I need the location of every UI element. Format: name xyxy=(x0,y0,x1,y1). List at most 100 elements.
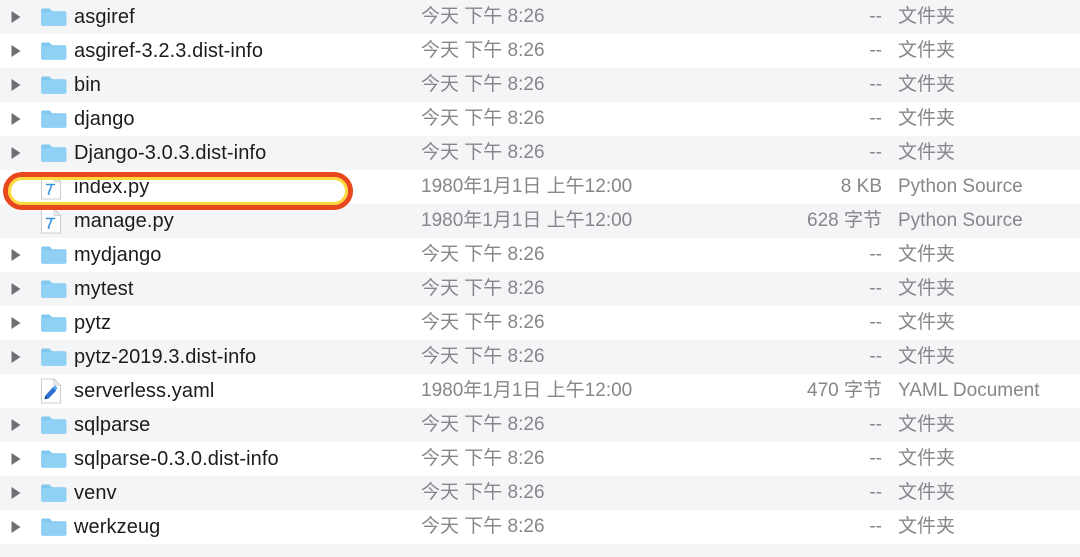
table-row[interactable]: Django-3.0.3.dist-info 今天 下午 8:26 -- 文件夹 xyxy=(0,136,1080,170)
disclosure-triangle-icon[interactable] xyxy=(8,519,24,535)
file-size: -- xyxy=(869,414,882,435)
folder-icon xyxy=(40,106,68,132)
file-modified-date: 今天 下午 8:26 xyxy=(421,312,545,333)
disclosure-triangle-icon[interactable] xyxy=(8,281,24,297)
finder-file-list-window: asgiref 今天 下午 8:26 -- 文件夹 asgiref-3.2.3.dist… xyxy=(0,0,1080,557)
file-modified-date: 今天 下午 8:26 xyxy=(421,346,545,367)
file-name: asgiref-3.2.3.dist-info xyxy=(74,40,264,62)
disclosure-triangle-icon[interactable] xyxy=(8,451,24,467)
file-kind: 文件夹 xyxy=(898,414,956,435)
file-modified-date: 今天 下午 8:26 xyxy=(421,142,545,163)
file-name: pytz-2019.3.dist-info xyxy=(74,346,257,368)
table-row[interactable]: manage.py 1980年1月1日 上午12:00 628 字节 Python S… xyxy=(0,204,1080,238)
disclosure-triangle-icon[interactable] xyxy=(8,77,24,93)
file-size: -- xyxy=(869,448,882,469)
disclosure-triangle-icon[interactable] xyxy=(8,485,24,501)
folder-icon xyxy=(40,344,68,370)
file-modified-date: 今天 下午 8:26 xyxy=(421,244,545,265)
file-name: django xyxy=(74,108,135,130)
file-modified-date: 今天 下午 8:26 xyxy=(421,414,545,435)
file-modified-date: 今天 下午 8:26 xyxy=(421,74,545,95)
file-kind: 文件夹 xyxy=(898,74,956,95)
file-size: -- xyxy=(869,516,882,537)
file-kind: 文件夹 xyxy=(898,278,956,299)
file-modified-date: 1980年1月1日 上午12:00 xyxy=(421,210,633,231)
file-size: -- xyxy=(869,6,882,27)
table-row[interactable]: pytz-2019.3.dist-info 今天 下午 8:26 -- 文件夹 xyxy=(0,340,1080,374)
file-size: -- xyxy=(869,244,882,265)
folder-icon xyxy=(40,4,68,30)
file-name: werkzeug xyxy=(74,516,161,538)
folder-icon xyxy=(40,38,68,64)
table-row[interactable]: mydjango 今天 下午 8:26 -- 文件夹 xyxy=(0,238,1080,272)
file-kind: 文件夹 xyxy=(898,312,956,333)
folder-icon xyxy=(40,140,68,166)
table-row[interactable]: werkzeug 今天 下午 8:26 -- 文件夹 xyxy=(0,510,1080,544)
disclosure-triangle-icon[interactable] xyxy=(8,9,24,25)
table-row[interactable]: index.py 1980年1月1日 上午12:00 8 KB Python Sour… xyxy=(0,170,1080,204)
file-size: -- xyxy=(869,346,882,367)
file-modified-date: 今天 下午 8:26 xyxy=(421,448,545,469)
table-row[interactable]: django 今天 下午 8:26 -- 文件夹 xyxy=(0,102,1080,136)
file-size: -- xyxy=(869,40,882,61)
disclosure-triangle-icon[interactable] xyxy=(8,145,24,161)
disclosure-triangle-icon[interactable] xyxy=(8,247,24,263)
file-kind: Python Source xyxy=(898,210,1023,231)
file-size: 628 字节 xyxy=(807,210,882,231)
table-row[interactable]: pytz 今天 下午 8:26 -- 文件夹 xyxy=(0,306,1080,340)
file-size xyxy=(700,544,882,557)
table-row[interactable]: sqlparse 今天 下午 8:26 -- 文件夹 xyxy=(0,408,1080,442)
file-modified-date: 今天 下午 8:26 xyxy=(421,108,545,129)
file-kind: YAML Document xyxy=(898,380,1040,401)
file-name: serverless.yaml xyxy=(74,380,215,402)
file-size: 8 KB xyxy=(840,176,882,197)
table-row[interactable]: asgiref-3.2.3.dist-info 今天 下午 8:26 -- 文件夹 xyxy=(0,34,1080,68)
file-modified-date: 今天 下午 8:26 xyxy=(421,278,545,299)
folder-icon xyxy=(40,412,68,438)
file-name: index.py xyxy=(74,176,150,198)
file-list: asgiref 今天 下午 8:26 -- 文件夹 asgiref-3.2.3.dist… xyxy=(0,0,1080,557)
folder-icon xyxy=(40,72,68,98)
file-size: -- xyxy=(869,74,882,95)
file-kind: 文件夹 xyxy=(898,346,956,367)
table-row[interactable]: serverless.yaml 1980年1月1日 上午12:00 470 字节 YA… xyxy=(0,374,1080,408)
table-row[interactable]: sqlparse-0.3.0.dist-info 今天 下午 8:26 -- 文件夹 xyxy=(0,442,1080,476)
table-row[interactable]: asgiref 今天 下午 8:26 -- 文件夹 xyxy=(0,0,1080,34)
file-name: asgiref xyxy=(74,6,135,28)
disclosure-triangle-icon[interactable] xyxy=(8,315,24,331)
file-size: -- xyxy=(869,482,882,503)
file-name: bin xyxy=(74,74,101,96)
file-modified-date: 1980年1月1日 上午12:00 xyxy=(421,176,633,197)
file-name: mydjango xyxy=(74,244,162,266)
file-kind: 文件夹 xyxy=(898,142,956,163)
file-size: -- xyxy=(869,142,882,163)
folder-icon xyxy=(40,480,68,506)
file-name: Django-3.0.3.dist-info xyxy=(74,142,267,164)
file-modified-date: 今天 下午 8:26 xyxy=(421,6,545,27)
file-name: venv xyxy=(74,482,117,504)
folder-icon xyxy=(40,276,68,302)
file-kind: Python Source xyxy=(898,176,1023,197)
folder-icon xyxy=(40,514,68,540)
file-kind: 文件夹 xyxy=(898,448,956,469)
file-name: mytest xyxy=(74,278,134,300)
file-kind: 文件夹 xyxy=(898,6,956,27)
file-kind: 文件夹 xyxy=(898,108,956,129)
file-size: 470 字节 xyxy=(807,380,882,401)
file-size: -- xyxy=(869,278,882,299)
file-kind: 文件夹 xyxy=(898,244,956,265)
folder-icon xyxy=(40,310,68,336)
disclosure-triangle-icon[interactable] xyxy=(8,349,24,365)
table-row[interactable]: venv 今天 下午 8:26 -- 文件夹 xyxy=(0,476,1080,510)
disclosure-triangle-icon[interactable] xyxy=(8,417,24,433)
table-row[interactable] xyxy=(0,544,1080,557)
disclosure-triangle-icon[interactable] xyxy=(8,111,24,127)
table-row[interactable]: bin 今天 下午 8:26 -- 文件夹 xyxy=(0,68,1080,102)
file-kind: 文件夹 xyxy=(898,482,956,503)
file-modified-date: 今天 下午 8:26 xyxy=(421,482,545,503)
file-name: sqlparse-0.3.0.dist-info xyxy=(74,448,279,470)
file-size: -- xyxy=(869,108,882,129)
file-modified-date: 1980年1月1日 上午12:00 xyxy=(421,380,633,401)
disclosure-triangle-icon[interactable] xyxy=(8,43,24,59)
table-row[interactable]: mytest 今天 下午 8:26 -- 文件夹 xyxy=(0,272,1080,306)
